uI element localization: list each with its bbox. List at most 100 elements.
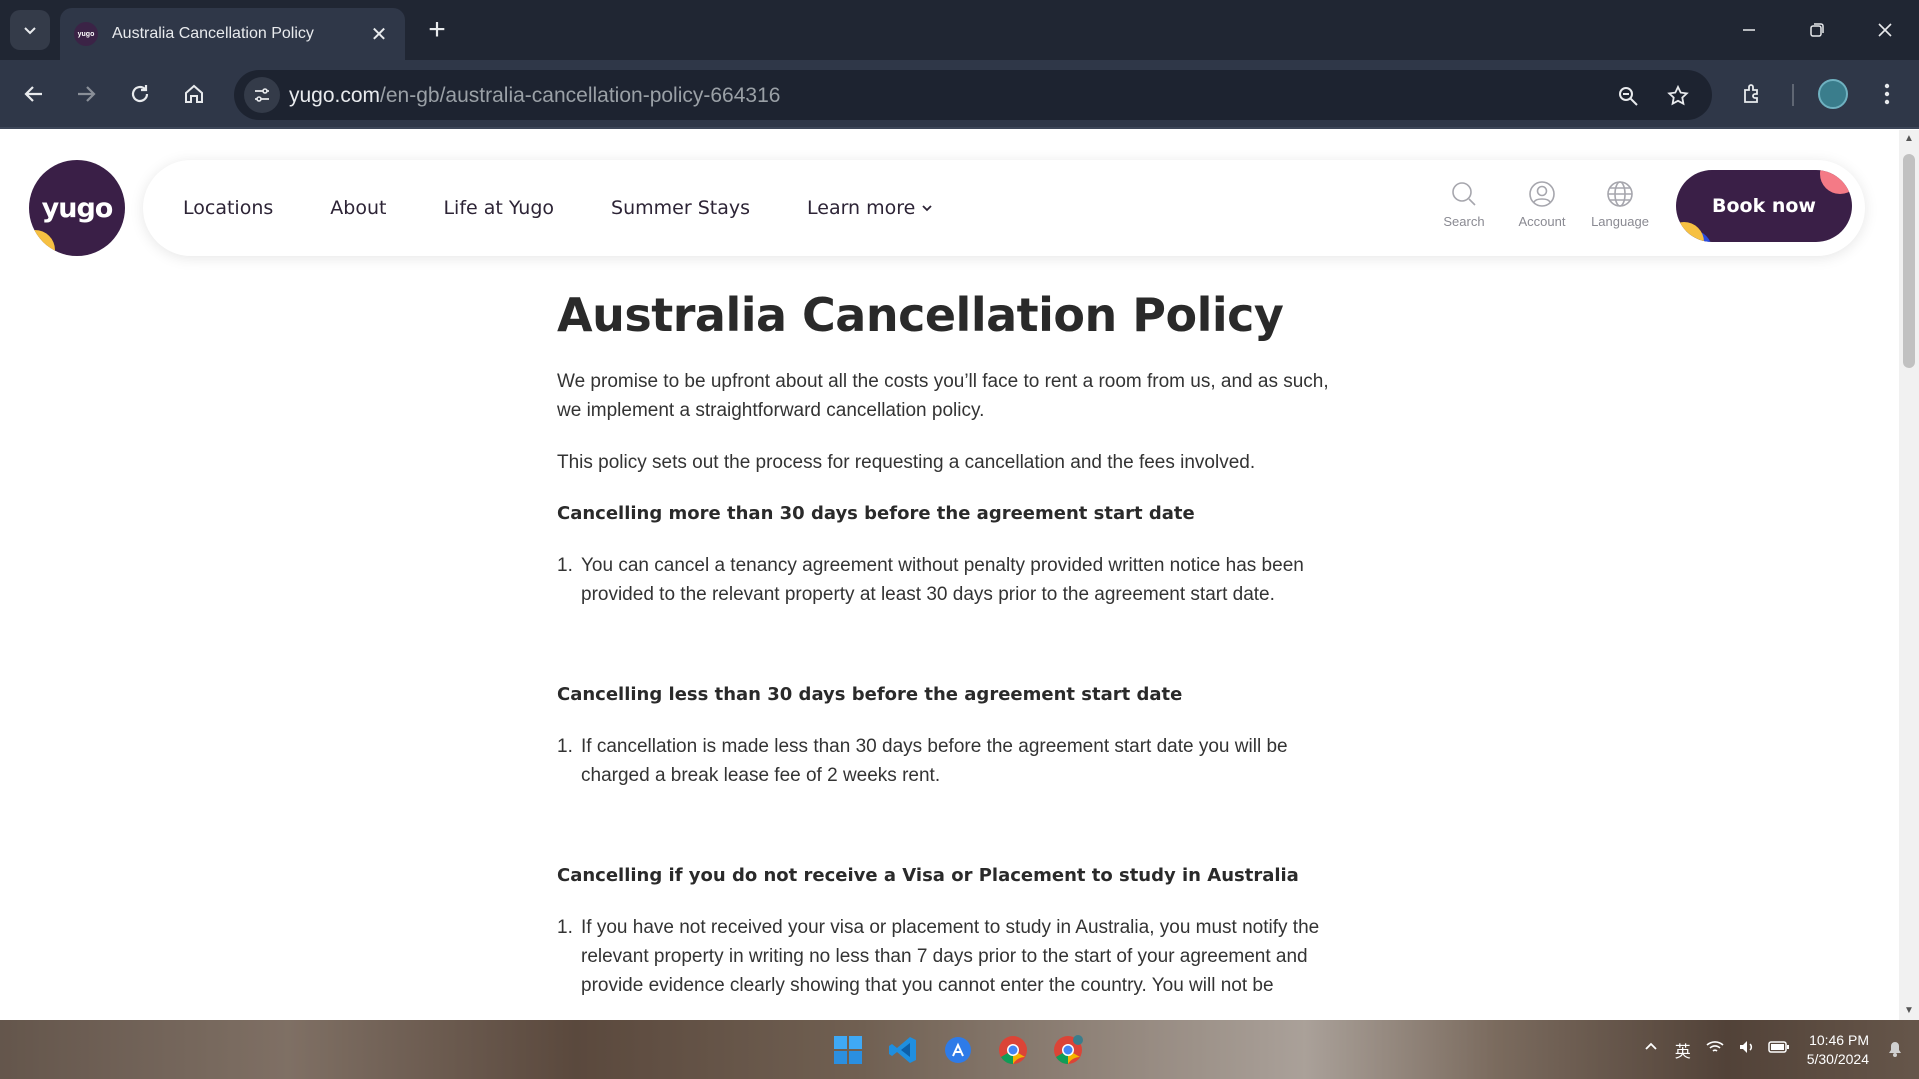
- reload-icon: [131, 85, 149, 103]
- close-window-button[interactable]: [1851, 0, 1919, 60]
- profile-button[interactable]: [1813, 74, 1853, 114]
- chrome-icon: [1054, 1035, 1083, 1064]
- logo-yellow-blob: [29, 230, 55, 256]
- new-tab-button[interactable]: +: [420, 14, 454, 48]
- search-button[interactable]: Search: [1438, 180, 1490, 229]
- vscode-taskbar-button[interactable]: [883, 1030, 923, 1070]
- back-button[interactable]: [14, 74, 54, 114]
- nav-learn-more-label: Learn more: [807, 197, 916, 219]
- restore-button[interactable]: [1783, 0, 1851, 60]
- puzzle-icon: [1744, 84, 1758, 103]
- chrome-taskbar-button[interactable]: [993, 1030, 1033, 1070]
- globe-icon: [1607, 181, 1633, 207]
- policy-content: Australia Cancellation Policy We promise…: [557, 290, 1347, 1000]
- yugo-logo[interactable]: yugo: [29, 160, 125, 256]
- scrollbar-thumb[interactable]: [1903, 154, 1915, 368]
- list-item-text: You can cancel a tenancy agreement witho…: [581, 554, 1304, 605]
- volume-icon[interactable]: [1733, 1039, 1761, 1060]
- wifi-icon[interactable]: [1701, 1040, 1729, 1059]
- intro-paragraph-2: This policy sets out the process for req…: [557, 451, 1256, 473]
- account-button[interactable]: Account: [1516, 180, 1568, 229]
- reload-button[interactable]: [120, 74, 160, 114]
- list-number: 1.: [557, 735, 573, 757]
- chrome-icon: [999, 1036, 1027, 1064]
- zoom-icon: [1619, 87, 1638, 106]
- taskbar-clock[interactable]: 10:46 PM 5/30/2024: [1807, 1031, 1869, 1069]
- logo-text: yugo: [41, 192, 114, 224]
- list-item: 1. You can cancel a tenancy agreement wi…: [557, 551, 1347, 609]
- battery-icon[interactable]: [1765, 1040, 1793, 1059]
- arrow-left-icon: [24, 86, 42, 102]
- zoom-button[interactable]: [1615, 83, 1641, 109]
- tune-icon: [255, 88, 269, 102]
- address-bar[interactable]: yugo.com/en-gb/australia-cancellation-po…: [234, 70, 1712, 120]
- search-label: Search: [1443, 214, 1485, 229]
- forward-button[interactable]: [66, 74, 106, 114]
- tab-title: Australia Cancellation Policy: [112, 25, 314, 42]
- page-viewport: yugo Locations About Life at Yugo Summer…: [0, 130, 1899, 1020]
- language-label: Language: [1591, 214, 1649, 229]
- nav-life-at-yugo[interactable]: Life at Yugo: [443, 197, 554, 219]
- nav-locations[interactable]: Locations: [183, 197, 273, 219]
- book-now-label: Book now: [1712, 195, 1816, 217]
- nav-learn-more[interactable]: Learn more: [807, 197, 933, 219]
- windows-taskbar: 英 10:46 PM 5/30/2024: [0, 1020, 1919, 1079]
- profile-avatar: [1818, 79, 1848, 109]
- url-domain: yugo.com: [289, 84, 381, 107]
- browser-tab-active[interactable]: yugo Australia Cancellation Policy ✕: [60, 8, 405, 60]
- book-pink-blob: [1820, 170, 1852, 194]
- account-icon: [1529, 181, 1555, 207]
- tab-search-button[interactable]: [10, 10, 50, 50]
- minimize-button[interactable]: [1715, 0, 1783, 60]
- bookmark-button[interactable]: [1665, 83, 1691, 109]
- minimize-icon: [1743, 29, 1755, 31]
- clock-date: 5/30/2024: [1806, 1050, 1869, 1067]
- star-icon: [1667, 84, 1689, 106]
- home-button[interactable]: [174, 74, 214, 114]
- more-vert-icon: [1884, 83, 1890, 105]
- notification-bell-icon[interactable]: [1885, 1038, 1907, 1060]
- section-list: 1. If you have not received your visa or…: [557, 913, 1347, 1000]
- browser-menu-button[interactable]: [1867, 74, 1907, 114]
- book-now-button[interactable]: Book now: [1676, 170, 1852, 242]
- yugo-favicon-icon: yugo: [74, 22, 98, 46]
- section-heading: Cancelling if you do not receive a Visa …: [557, 864, 1299, 886]
- page-title: Australia Cancellation Policy: [557, 288, 1284, 342]
- close-icon: [1878, 23, 1892, 37]
- section-heading: Cancelling less than 30 days before the …: [557, 683, 1183, 705]
- vscode-icon: [889, 1037, 916, 1063]
- list-item-text: If you have not received your visa or pl…: [581, 916, 1320, 996]
- chrome-profile-taskbar-button[interactable]: [1048, 1030, 1088, 1070]
- input-language-indicator[interactable]: 英: [1669, 1038, 1697, 1062]
- language-button[interactable]: Language: [1591, 180, 1649, 229]
- search-icon: [1452, 182, 1476, 206]
- windows-logo-icon: [834, 1036, 862, 1064]
- nav-summer-stays[interactable]: Summer Stays: [611, 197, 750, 219]
- scroll-down-arrow-icon[interactable]: ▼: [1899, 1002, 1919, 1020]
- nav-about[interactable]: About: [330, 197, 386, 219]
- account-label: Account: [1518, 214, 1566, 229]
- extensions-button[interactable]: [1733, 74, 1773, 114]
- toolbar-divider: [1792, 84, 1794, 106]
- site-info-button[interactable]: [244, 77, 280, 113]
- browser-toolbar: yugo.com/en-gb/australia-cancellation-po…: [0, 60, 1919, 129]
- windows-start-button[interactable]: [828, 1030, 868, 1070]
- chevron-up-icon[interactable]: [1637, 1040, 1665, 1059]
- list-number: 1.: [557, 554, 573, 576]
- browser-tab-bar: yugo Australia Cancellation Policy ✕ +: [0, 0, 1919, 60]
- page-scrollbar[interactable]: ▲ ▼: [1899, 130, 1919, 1020]
- site-navbar: Locations About Life at Yugo Summer Stay…: [143, 160, 1865, 256]
- url-text: yugo.com/en-gb/australia-cancellation-po…: [289, 84, 780, 108]
- restore-icon: [1810, 23, 1824, 37]
- clock-time: 10:46 PM: [1809, 1031, 1869, 1048]
- scroll-up-arrow-icon[interactable]: ▲: [1899, 130, 1919, 148]
- home-icon: [185, 84, 203, 103]
- book-yellow-blob: [1676, 222, 1704, 242]
- chevron-down-icon: [922, 205, 932, 212]
- url-path: /en-gb/australia-cancellation-policy-664…: [380, 84, 781, 107]
- app-store-icon: [945, 1037, 971, 1063]
- app-store-taskbar-button[interactable]: [938, 1030, 978, 1070]
- section-list: 1. If cancellation is made less than 30 …: [557, 732, 1347, 790]
- tab-close-icon[interactable]: ✕: [367, 22, 391, 47]
- arrow-right-icon: [78, 86, 96, 102]
